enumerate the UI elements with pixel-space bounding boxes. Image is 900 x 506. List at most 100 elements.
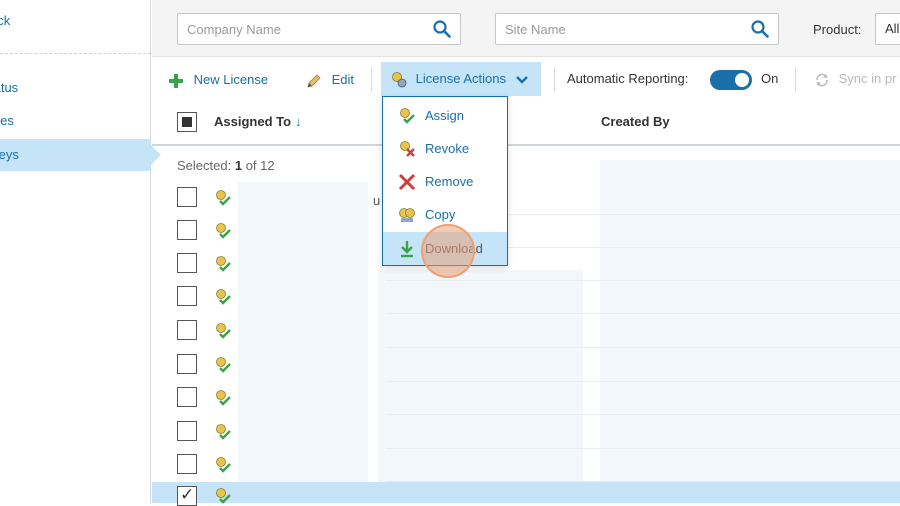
product-label: Product: [813,22,862,37]
remove-x-icon [398,173,416,191]
table-row[interactable] [152,281,900,314]
pencil-icon [307,73,321,88]
search-icon[interactable] [433,20,451,38]
license-assigned-icon [216,488,231,504]
row-checkbox[interactable] [177,354,197,374]
row-checkbox[interactable] [177,320,197,340]
selection-summary: Selected: 1 of 12 [177,158,275,173]
sidebar: ack tatus nies Keys [0,0,161,503]
menu-item-copy[interactable]: Copy [383,198,507,231]
table-row[interactable] [152,382,900,415]
license-assigned-icon [216,357,231,373]
table-row[interactable] [152,182,900,215]
plus-icon [169,73,183,88]
toolbar: New License Edit License Actions Automat… [152,58,900,100]
license-assigned-icon [216,323,231,339]
row-checkbox[interactable] [177,253,197,273]
sidebar-item-status[interactable]: tatus [0,72,151,104]
column-header-created-by[interactable]: Created By [601,114,670,129]
chevron-down-icon [515,75,528,84]
license-assigned-icon [216,289,231,305]
selected-count: 1 [234,158,243,173]
selected-label: Selected: [177,158,232,173]
site-search-box [495,13,779,45]
license-assigned-icon [216,223,231,239]
toggle-state-label: On [761,71,779,86]
sync-icon [816,73,828,87]
sort-down-arrow-icon: ↓ [295,114,302,129]
automatic-reporting-label: Automatic Reporting: [567,71,689,86]
filter-bar: Product: All [152,0,900,57]
table-row[interactable] [152,315,900,348]
new-license-label: New License [193,72,269,87]
active-indicator-arrow [151,145,161,165]
row-checkbox-checked[interactable] [177,485,197,506]
row-checkbox[interactable] [177,286,197,306]
table-header: Assigned To ↓ Created By [152,100,900,146]
row-checkbox[interactable] [177,454,197,474]
sidebar-item-label: ack [0,13,11,28]
sidebar-divider [0,53,151,54]
selected-total: of 12 [245,158,275,173]
sidebar-item-label: Keys [0,147,19,162]
site-name-input[interactable] [496,14,736,44]
row-divider [386,313,900,314]
license-actions-menu: Assign Revoke Remove Copy Download [382,96,508,266]
sidebar-item-feedback[interactable]: ack [0,5,151,37]
menu-item-remove[interactable]: Remove [383,165,507,198]
sidebar-item-companies[interactable]: nies [0,105,151,137]
company-name-input[interactable] [178,14,418,44]
row-checkbox[interactable] [177,387,197,407]
row-divider [386,414,900,415]
menu-item-label: Remove [425,174,474,189]
toolbar-divider [554,67,555,91]
new-license-button[interactable]: New License [168,65,268,95]
copy-icon [399,208,415,222]
table-row-selected[interactable] [152,482,900,506]
toolbar-divider [795,67,796,91]
table-row[interactable] [152,416,900,449]
menu-item-label: Revoke [425,141,470,156]
menu-item-label: Copy [425,207,456,222]
license-actions-label: License Actions [415,71,506,86]
column-header-label: Assigned To [214,114,292,129]
table-row[interactable] [152,215,900,248]
automatic-reporting-toggle[interactable] [710,70,752,90]
license-assigned-icon [216,424,231,440]
license-actions-button[interactable]: License Actions [381,62,541,96]
toolbar-divider [371,67,372,91]
menu-item-label: Assign [425,108,465,123]
menu-item-revoke[interactable]: Revoke [383,132,507,165]
table-row[interactable] [152,349,900,382]
license-assigned-icon [216,390,231,406]
row-checkbox[interactable] [177,220,197,240]
license-assigned-icon [216,256,231,272]
company-search-box [177,13,461,45]
sidebar-item-label: tatus [0,80,19,95]
table-row[interactable] [152,248,900,281]
sync-button[interactable]: Sync in pr [814,58,896,100]
row-checkbox[interactable] [177,421,197,441]
download-icon [401,241,413,258]
sidebar-item-label: nies [0,113,14,128]
column-header-label: Created By [601,114,670,129]
menu-item-assign[interactable]: Assign [383,99,507,132]
row-divider [386,347,900,348]
table-row[interactable] [152,449,900,482]
menu-item-label: Download [425,241,483,256]
select-all-checkbox[interactable] [177,112,197,132]
revoke-icon [400,141,415,157]
license-actions-icon [392,71,407,87]
row-checkbox[interactable] [177,187,197,207]
sidebar-item-license-keys[interactable]: Keys [0,139,161,171]
license-assigned-icon [216,190,231,206]
product-select[interactable]: All [875,13,900,45]
search-icon[interactable] [751,20,769,38]
edit-label: Edit [331,72,355,87]
assign-icon [400,108,415,124]
license-assigned-icon [216,457,231,473]
menu-item-download[interactable]: Download [383,232,507,265]
sync-label: Sync in pr [838,71,897,86]
column-header-assigned-to[interactable]: Assigned To ↓ [214,114,302,129]
edit-button[interactable]: Edit [306,65,354,95]
